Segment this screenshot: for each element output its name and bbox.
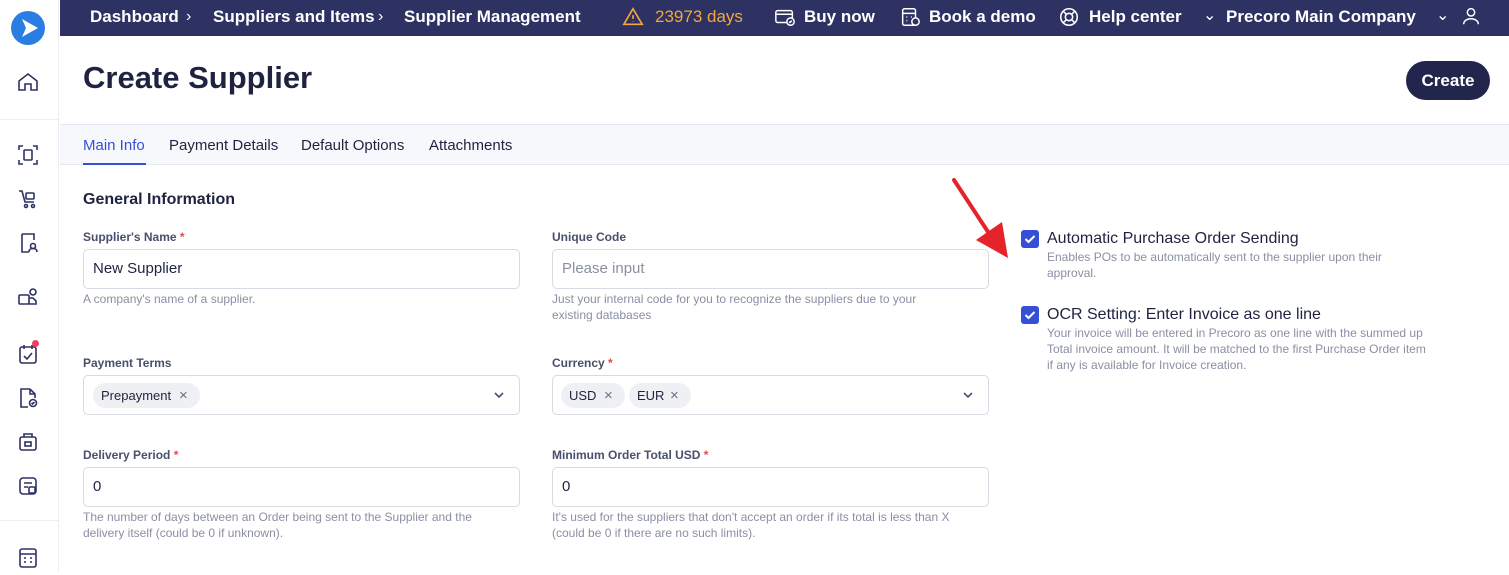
company-selector[interactable]: Precoro Main Company <box>1226 0 1416 36</box>
ocr-hint-line: if any is available for Invoice creation… <box>1047 358 1247 372</box>
buy-now-link[interactable]: Buy now <box>804 0 875 36</box>
payment-terms-chip: Prepayment × <box>93 383 200 408</box>
page-title: Create Supplier <box>83 60 313 95</box>
auto-po-hint: Enables POs to be automatically sent to … <box>1047 249 1467 281</box>
auto-po-checkbox[interactable] <box>1021 230 1039 248</box>
currency-label-text: Currency <box>552 356 605 370</box>
ocr-hint-line: Total invoice amount. It will be matched… <box>1047 342 1426 356</box>
minimum-order-hint: It's used for the suppliers that don't a… <box>552 509 949 541</box>
card-icon <box>774 6 796 28</box>
minimum-order-label-text: Minimum Order Total USD <box>552 448 701 462</box>
ocr-hint-line: Your invoice will be entered in Precoro … <box>1047 326 1423 340</box>
book-a-demo-link[interactable]: Book a demo <box>929 0 1036 36</box>
required-marker: * <box>608 356 613 370</box>
scan-document-icon[interactable] <box>16 143 40 167</box>
calculator-icon <box>899 6 921 28</box>
breadcrumb-chevron-icon: › <box>186 8 192 25</box>
delivery-period-label: Delivery Period * <box>83 448 178 462</box>
chip-label: EUR <box>637 388 665 403</box>
unique-code-label: Unique Code <box>552 230 626 244</box>
sidebar-divider <box>0 119 59 120</box>
currency-select[interactable]: USD × EUR × <box>552 375 989 415</box>
unique-code-hint-line: existing databases <box>552 308 652 322</box>
delivery-period-input[interactable]: 0 <box>83 467 520 507</box>
auto-po-title: Automatic Purchase Order Sending <box>1047 230 1299 247</box>
auto-po-hint-line: Enables POs to be automatically sent to … <box>1047 250 1382 264</box>
ocr-setting-hint: Your invoice will be entered in Precoro … <box>1047 325 1467 373</box>
tabs-bar: Main Info Payment Details Default Option… <box>60 124 1509 165</box>
delivery-icon[interactable] <box>16 286 40 310</box>
help-center-link[interactable]: Help center <box>1089 0 1182 36</box>
create-button[interactable]: Create <box>1406 61 1490 100</box>
required-marker: * <box>703 448 709 462</box>
unique-code-hint-line: Just your internal code for you to recog… <box>552 292 917 306</box>
breadcrumb-dashboard[interactable]: Dashboard <box>90 0 179 36</box>
tab-main-info[interactable]: Main Info <box>83 137 145 154</box>
app-logo[interactable] <box>11 11 45 45</box>
required-marker: * <box>173 448 179 462</box>
unique-code-hint: Just your internal code for you to recog… <box>552 291 916 323</box>
calculator-icon[interactable] <box>16 546 40 570</box>
company-chevron-down-icon: ⌄ <box>1203 7 1217 24</box>
warning-icon <box>622 6 644 28</box>
breadcrumb-suppliers-and-items[interactable]: Suppliers and Items <box>213 0 375 36</box>
invoice-icon[interactable] <box>16 386 40 410</box>
expense-icon[interactable] <box>16 474 40 498</box>
currency-chip-eur: EUR × <box>629 383 691 408</box>
delivery-period-hint-line: The number of days between an Order bein… <box>83 510 472 524</box>
sidebar <box>0 0 59 572</box>
chevron-down-icon <box>963 392 973 399</box>
home-icon[interactable] <box>16 70 40 94</box>
supplier-name-label: Supplier's Name * <box>83 230 185 244</box>
ocr-setting-checkbox[interactable] <box>1021 306 1039 324</box>
cart-icon[interactable] <box>16 187 40 211</box>
supplier-name-hint: A company's name of a supplier. <box>83 292 256 306</box>
unique-code-input[interactable]: Please input <box>552 249 989 289</box>
currency-chip-usd: USD × <box>561 383 625 408</box>
chip-label: USD <box>569 388 597 403</box>
ocr-setting-title: OCR Setting: Enter Invoice as one line <box>1047 306 1321 323</box>
lifebuoy-icon <box>1058 6 1080 28</box>
annotation-arrow <box>952 178 1008 258</box>
currency-label: Currency * <box>552 356 613 370</box>
remove-chip-icon[interactable]: × <box>604 383 613 408</box>
delivery-period-label-text: Delivery Period <box>83 448 171 462</box>
payment-terms-select[interactable]: Prepayment × <box>83 375 520 415</box>
payment-terms-label: Payment Terms <box>83 356 172 370</box>
auto-po-hint-line: approval. <box>1047 266 1097 280</box>
supplier-name-input[interactable]: New Supplier <box>83 249 520 289</box>
supplier-name-label-text: Supplier's Name <box>83 230 177 244</box>
minimum-order-hint-line: It's used for the suppliers that don't a… <box>552 510 950 524</box>
remove-chip-icon[interactable]: × <box>670 383 679 408</box>
tab-default-options[interactable]: Default Options <box>301 137 404 154</box>
delivery-period-hint-line: delivery itself (could be 0 if unknown). <box>83 526 284 540</box>
user-icon[interactable] <box>1460 5 1482 27</box>
tab-attachments[interactable]: Attachments <box>429 137 512 154</box>
checkmark-icon <box>1024 311 1036 320</box>
sidebar-divider <box>0 520 59 521</box>
trial-days-counter[interactable]: 23973 days <box>655 0 743 36</box>
budget-icon[interactable] <box>16 430 40 454</box>
section-title: General Information <box>83 191 236 208</box>
notification-dot <box>32 340 39 347</box>
minimum-order-input[interactable]: 0 <box>552 467 989 507</box>
delivery-period-hint: The number of days between an Order bein… <box>83 509 472 541</box>
tab-payment-details[interactable]: Payment Details <box>169 137 278 154</box>
chevron-down-icon <box>494 392 504 399</box>
chip-label: Prepayment <box>101 388 172 403</box>
supplier-icon[interactable] <box>16 231 40 255</box>
required-marker: * <box>179 230 185 244</box>
breadcrumb-chevron-icon: › <box>378 8 384 25</box>
user-menu-chevron-down-icon[interactable]: ⌄ <box>1436 0 1449 35</box>
breadcrumb-supplier-management[interactable]: Supplier Management <box>404 0 581 36</box>
minimum-order-label: Minimum Order Total USD * <box>552 448 708 462</box>
checkmark-icon <box>1024 235 1036 244</box>
minimum-order-hint-line: (could be 0 if there are no such limits)… <box>552 526 756 540</box>
remove-chip-icon[interactable]: × <box>179 383 188 408</box>
top-navigation-bar: Dashboard › Suppliers and Items › Suppli… <box>60 0 1509 36</box>
active-tab-indicator <box>83 163 146 165</box>
